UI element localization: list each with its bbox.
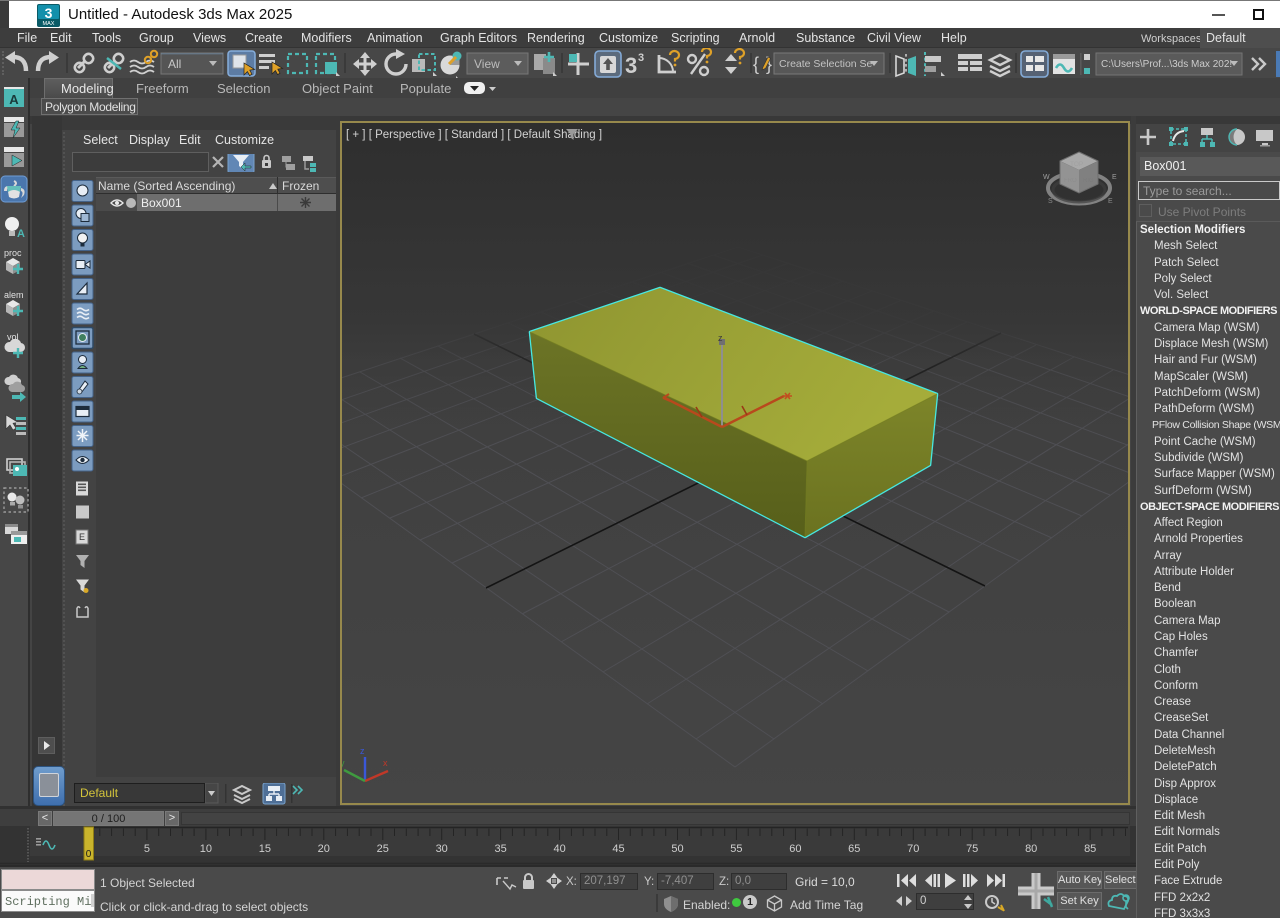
svg-text:65: 65 (848, 843, 860, 855)
svg-text:20: 20 (318, 843, 330, 855)
svg-text:View: View (474, 57, 500, 71)
svg-text:85: 85 (1084, 843, 1096, 855)
svg-text:W: W (1043, 174, 1050, 181)
svg-text:E: E (79, 532, 85, 542)
svg-text:E: E (1108, 198, 1113, 205)
svg-text:3: 3 (638, 52, 644, 64)
svg-text:C:\Users\Prof...\3ds Max 202!: C:\Users\Prof...\3ds Max 202! (1101, 59, 1232, 70)
svg-text:[ + ] [ Perspective ] [ Standa: [ + ] [ Perspective ] [ Standard ] [ Def… (346, 129, 602, 141)
svg-text:45: 45 (612, 843, 624, 855)
svg-text:80: 80 (1025, 843, 1037, 855)
svg-text:{: { (753, 54, 759, 74)
svg-text:TOP: TOP (1070, 161, 1083, 168)
svg-text:75: 75 (966, 843, 978, 855)
svg-text:RIG: RIG (1083, 178, 1094, 184)
svg-text:5: 5 (144, 843, 150, 855)
svg-text:z: z (718, 333, 723, 343)
svg-text:FRO: FRO (1064, 178, 1077, 184)
svg-text:alem: alem (4, 290, 24, 300)
svg-text:A: A (9, 92, 19, 107)
svg-text:70: 70 (907, 843, 919, 855)
svg-text:25: 25 (377, 843, 389, 855)
svg-text:10: 10 (200, 843, 212, 855)
svg-text:50: 50 (671, 843, 683, 855)
svg-text:55: 55 (730, 843, 742, 855)
svg-text:3: 3 (625, 53, 637, 78)
svg-text:z: z (360, 746, 365, 756)
svg-text:15: 15 (259, 843, 271, 855)
svg-text:proc: proc (4, 248, 22, 258)
svg-text:40: 40 (553, 843, 565, 855)
svg-text:E: E (1112, 174, 1117, 181)
svg-text:x: x (383, 758, 388, 768)
svg-text:S: S (1048, 198, 1053, 205)
svg-text:35: 35 (494, 843, 506, 855)
svg-text:MAX: MAX (43, 21, 55, 27)
svg-text:A: A (17, 228, 25, 240)
svg-text:30: 30 (436, 843, 448, 855)
svg-text:3: 3 (45, 5, 53, 21)
svg-text:0: 0 (86, 849, 92, 860)
svg-text:Create Selection Se: Create Selection Se (779, 58, 873, 70)
svg-text:All: All (168, 57, 181, 71)
svg-text:60: 60 (789, 843, 801, 855)
